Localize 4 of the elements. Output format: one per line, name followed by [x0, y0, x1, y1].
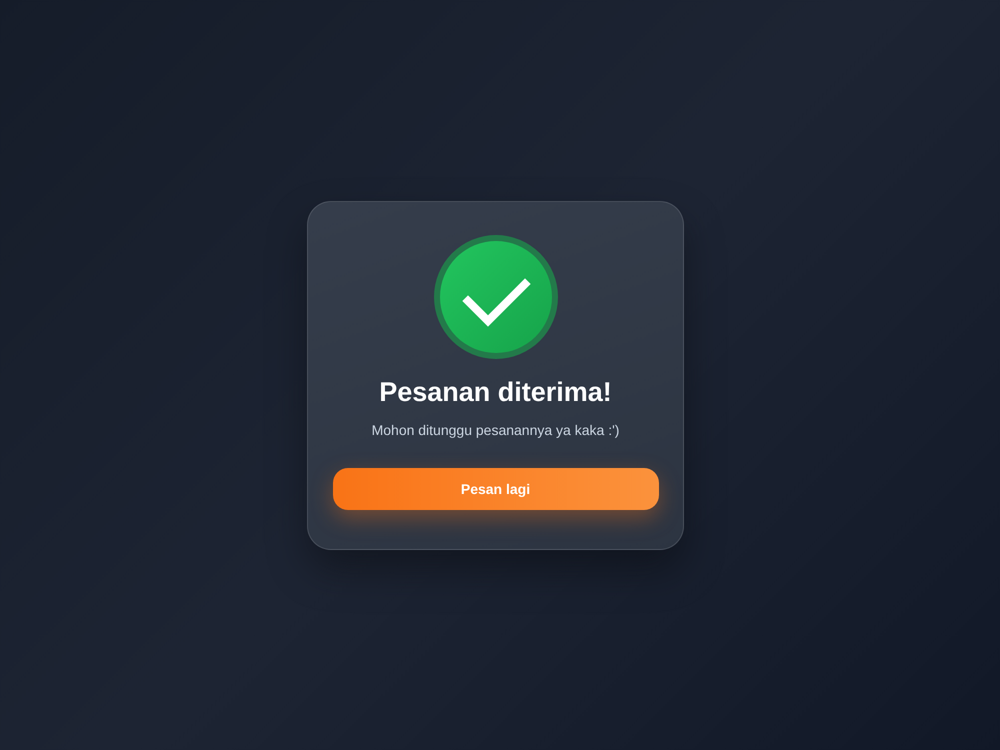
- check-icon: [434, 234, 558, 358]
- dialog-title: Pesanan diterima!: [379, 376, 612, 408]
- dialog-message: Mohon ditunggu pesanannya ya kaka :'): [372, 420, 620, 438]
- order-again-button[interactable]: Pesan lagi: [332, 468, 658, 510]
